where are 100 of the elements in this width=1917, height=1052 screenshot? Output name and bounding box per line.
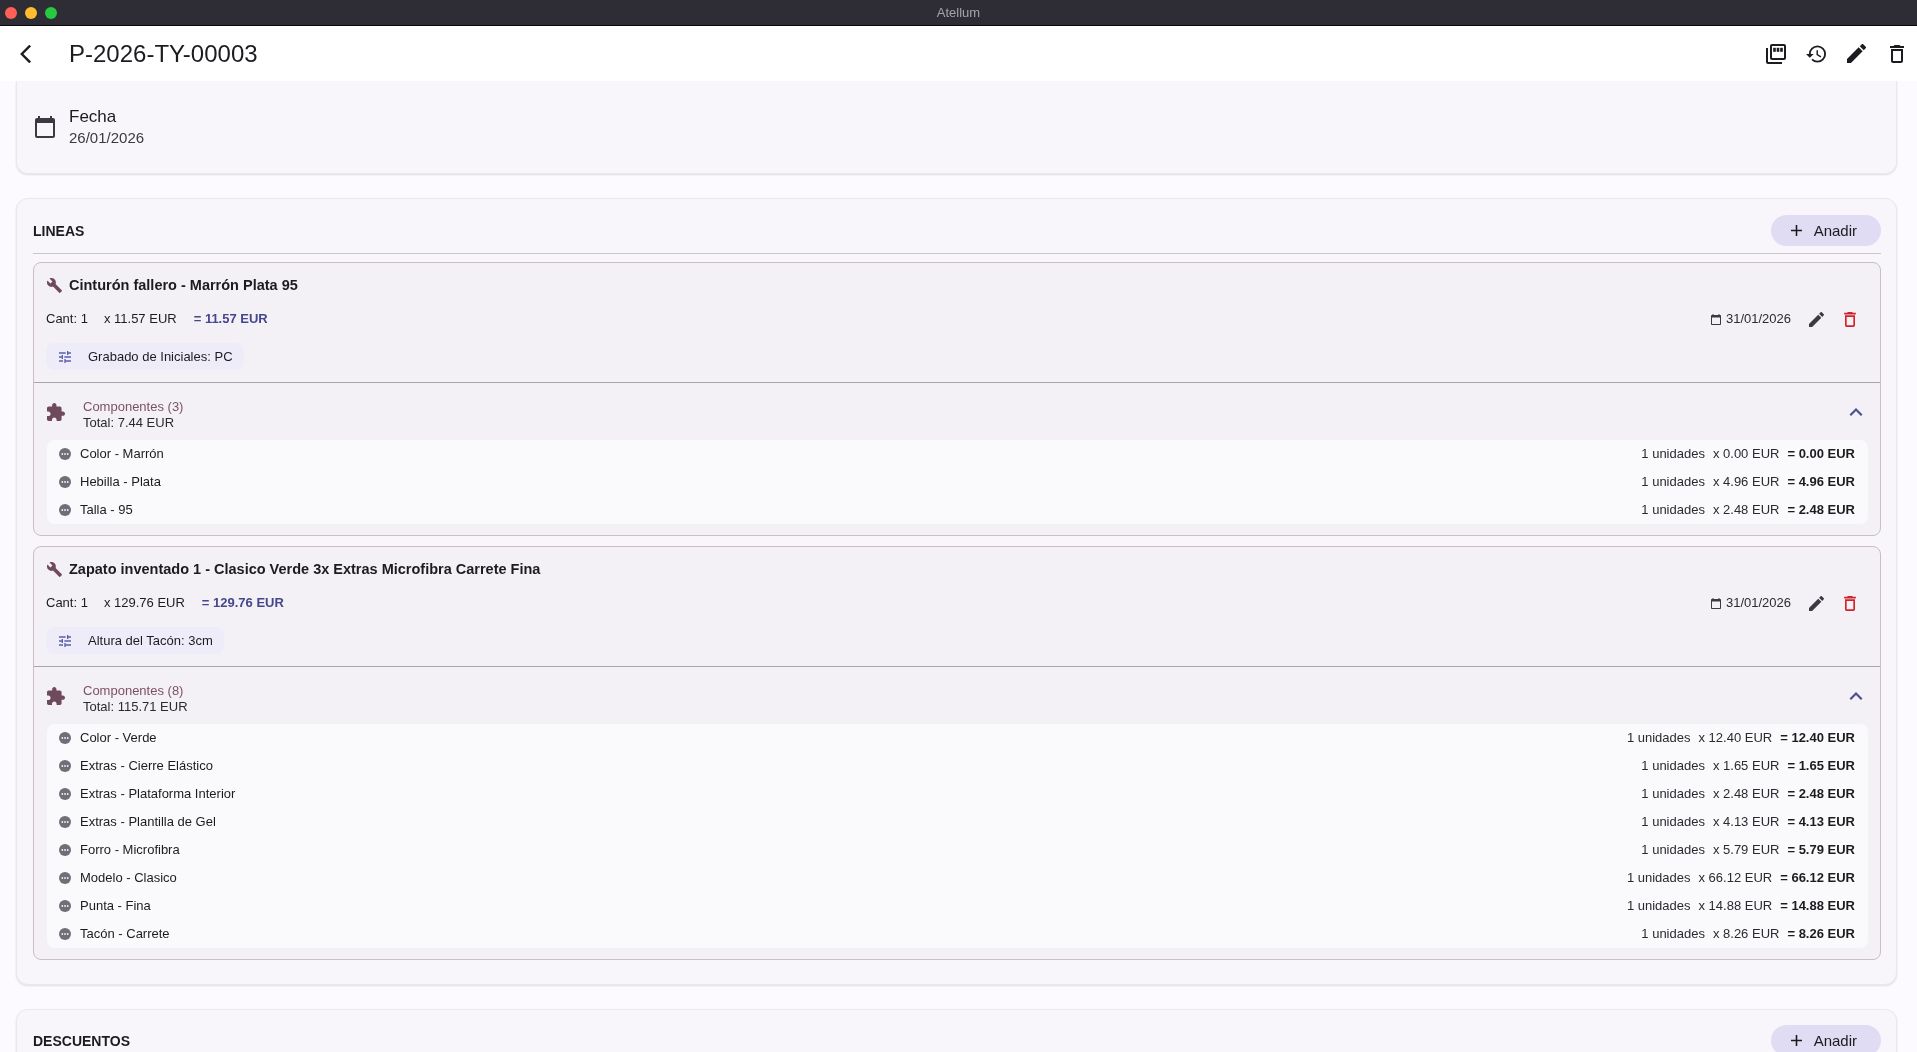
component-unit-price: x 14.88 EUR [1698, 897, 1773, 915]
component-total: = 2.48 EUR [1787, 501, 1855, 519]
component-name: Color - Verde [80, 729, 157, 747]
calendar-icon [1710, 597, 1721, 609]
line-total-text: = 11.57 EUR [193, 310, 268, 328]
component-name: Extras - Cierre Elástico [80, 757, 213, 775]
component-quantity: 1 unidades [1641, 925, 1705, 943]
component-quantity: 1 unidades [1626, 729, 1691, 747]
sliders-icon [59, 350, 71, 363]
component-unit-price: x 66.12 EUR [1698, 869, 1773, 887]
quantity-text: Cant: 1 [46, 310, 88, 328]
ellipsis-circle-icon [59, 760, 71, 772]
component-unit-price: x 8.26 EUR [1712, 925, 1780, 943]
history-icon[interactable] [1806, 44, 1827, 63]
calendar-icon [1710, 313, 1721, 325]
component-unit-price: x 12.40 EUR [1698, 729, 1773, 747]
ellipsis-circle-icon [59, 900, 71, 912]
component-name: Extras - Plantilla de Gel [80, 813, 216, 831]
component-total: = 2.48 EUR [1787, 785, 1855, 803]
component-quantity: 1 unidades [1641, 785, 1705, 803]
component-quantity: 1 unidades [1626, 869, 1691, 887]
puzzle-piece-icon [47, 687, 65, 705]
ellipsis-circle-icon [59, 504, 71, 516]
component-unit-price: x 4.13 EUR [1712, 813, 1780, 831]
component-name: Forro - Microfibra [80, 841, 180, 859]
minimize-window-button[interactable] [25, 6, 37, 19]
component-name: Extras - Plataforma Interior [80, 785, 236, 803]
component-name: Talla - 95 [80, 501, 133, 519]
component-quantity: 1 unidades [1641, 757, 1705, 775]
plus-icon [1790, 225, 1802, 236]
ellipsis-circle-icon [59, 788, 71, 800]
unit-price-text: x 129.76 EUR [103, 594, 185, 612]
unit-price-text: x 11.57 EUR [103, 310, 177, 328]
edit-icon[interactable] [1809, 595, 1824, 611]
component-total: = 4.96 EUR [1787, 473, 1855, 491]
add-button[interactable]: Anadir [1770, 215, 1881, 246]
component-name: Tacón - Carrete [80, 925, 170, 943]
line-total-text: = 129.76 EUR [201, 594, 284, 612]
page-title: P-2026-TY-00003 [69, 39, 258, 68]
chevron-up-icon[interactable] [1849, 691, 1863, 700]
add-button[interactable]: Anadir [1770, 1025, 1881, 1052]
component-unit-price: x 2.48 EUR [1712, 501, 1780, 519]
components-title: Componentes (3) [83, 399, 184, 415]
component-total: = 0.00 EUR [1787, 445, 1855, 463]
component-total: = 1.65 EUR [1787, 757, 1855, 775]
line-title: Cinturón fallero - Marrón Plata 95 [69, 276, 298, 295]
date-text: 31/01/2026 [1725, 594, 1791, 612]
puzzle-piece-icon [47, 403, 65, 421]
edit-icon[interactable] [1809, 311, 1824, 327]
edit-icon[interactable] [1847, 44, 1866, 63]
option-text: Grabado de Iniciales: PC [88, 347, 233, 366]
component-total: = 8.26 EUR [1787, 925, 1855, 943]
window-title: Atellum [936, 4, 981, 21]
calendar-icon [35, 116, 55, 138]
component-name: Hebilla - Plata [80, 473, 161, 491]
section-title: LINEAS [33, 221, 85, 240]
ellipsis-circle-icon [59, 476, 71, 488]
component-total: = 66.12 EUR [1780, 869, 1855, 887]
option-text: Altura del Tacón: 3cm [88, 631, 213, 650]
quantity-text: Cant: 1 [46, 594, 88, 612]
documents-icon[interactable] [1766, 43, 1786, 64]
component-name: Color - Marrón [80, 445, 164, 463]
components-total: Total: 7.44 EUR [83, 415, 176, 431]
wrench-icon [47, 277, 62, 293]
section-title: DESCUENTOS [33, 1031, 130, 1050]
ellipsis-circle-icon [59, 732, 71, 744]
component-quantity: 1 unidades [1641, 473, 1705, 491]
ellipsis-circle-icon [59, 928, 71, 940]
zoom-window-button[interactable] [45, 6, 57, 19]
component-quantity: 1 unidades [1641, 841, 1705, 859]
date-text: 31/01/2026 [1725, 310, 1791, 328]
close-window-button[interactable] [5, 6, 17, 19]
field-value: 26/01/2026 [69, 128, 145, 148]
component-unit-price: x 1.65 EUR [1712, 757, 1780, 775]
chevron-up-icon[interactable] [1849, 407, 1863, 416]
plus-icon [1790, 1035, 1802, 1046]
ellipsis-circle-icon [59, 448, 71, 460]
back-icon[interactable] [19, 44, 31, 63]
field-label: Fecha [69, 106, 118, 128]
component-total: = 4.13 EUR [1787, 813, 1855, 831]
component-quantity: 1 unidades [1641, 445, 1705, 463]
line-title: Zapato inventado 1 - Clasico Verde 3x Extras Microfibra Carrete Fina [69, 560, 541, 579]
component-unit-price: x 5.79 EUR [1712, 841, 1780, 859]
component-quantity: 1 unidades [1626, 897, 1691, 915]
component-unit-price: x 2.48 EUR [1712, 785, 1780, 803]
component-total: = 12.40 EUR [1780, 729, 1855, 747]
component-unit-price: x 4.96 EUR [1712, 473, 1780, 491]
sliders-icon [59, 634, 71, 647]
component-quantity: 1 unidades [1641, 813, 1705, 831]
components-total: Total: 115.71 EUR [83, 699, 188, 715]
delete-icon[interactable] [1890, 44, 1904, 63]
component-name: Punta - Fina [80, 897, 151, 915]
components-title: Componentes (8) [83, 683, 185, 699]
ellipsis-circle-icon [59, 872, 71, 884]
ellipsis-circle-icon [59, 844, 71, 856]
component-total: = 14.88 EUR [1780, 897, 1855, 915]
component-quantity: 1 unidades [1641, 501, 1705, 519]
component-name: Modelo - Clasico [80, 869, 177, 887]
wrench-icon [47, 561, 62, 577]
component-total: = 5.79 EUR [1787, 841, 1855, 859]
